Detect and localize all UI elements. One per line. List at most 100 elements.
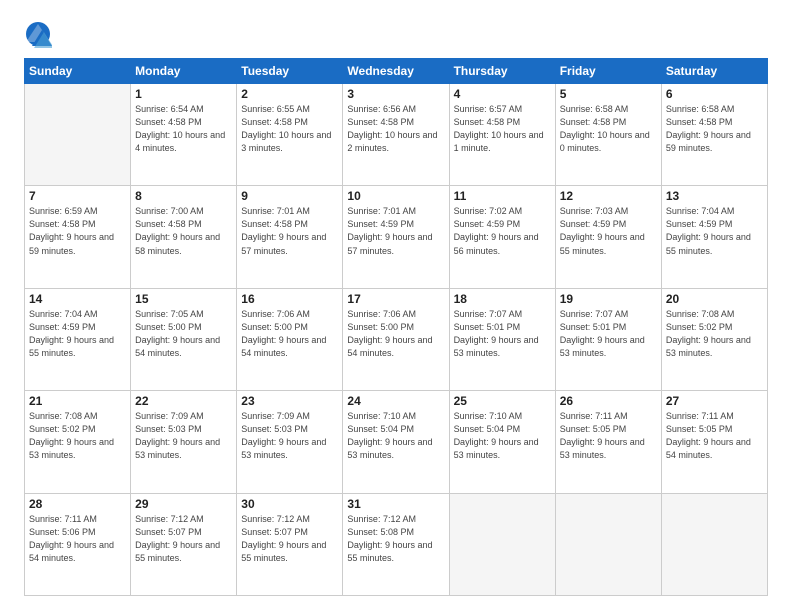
day-number: 31 — [347, 497, 444, 511]
calendar-cell: 30 Sunrise: 7:12 AMSunset: 5:07 PMDayligh… — [237, 493, 343, 595]
week-row-1: 1Sunrise: 6:54 AMSunset: 4:58 PMDaylight… — [25, 84, 768, 186]
day-number: 23 — [241, 394, 338, 408]
calendar-cell: 28 Sunrise: 7:11 AMSunset: 5:06 PMDayligh… — [25, 493, 131, 595]
week-row-2: 7 Sunrise: 6:59 AMSunset: 4:58 PMDaylight… — [25, 186, 768, 288]
calendar-cell: 20 Sunrise: 7:08 AMSunset: 5:02 PMDayligh… — [661, 288, 767, 390]
day-info: Sunrise: 7:08 AMSunset: 5:02 PMDaylight:… — [666, 308, 763, 360]
week-row-5: 28 Sunrise: 7:11 AMSunset: 5:06 PMDayligh… — [25, 493, 768, 595]
day-number: 27 — [666, 394, 763, 408]
calendar-cell: 6 Sunrise: 6:58 AMSunset: 4:58 PMDaylight… — [661, 84, 767, 186]
day-number: 21 — [29, 394, 126, 408]
calendar-cell — [449, 493, 555, 595]
calendar-cell: 19 Sunrise: 7:07 AMSunset: 5:01 PMDayligh… — [555, 288, 661, 390]
day-info: Sunrise: 7:02 AMSunset: 4:59 PMDaylight:… — [454, 205, 551, 257]
day-number: 28 — [29, 497, 126, 511]
day-number: 22 — [135, 394, 232, 408]
weekday-header-thursday: Thursday — [449, 59, 555, 84]
calendar-cell: 21 Sunrise: 7:08 AMSunset: 5:02 PMDayligh… — [25, 391, 131, 493]
calendar-cell: 16 Sunrise: 7:06 AMSunset: 5:00 PMDayligh… — [237, 288, 343, 390]
day-number: 9 — [241, 189, 338, 203]
day-info: Sunrise: 7:12 AMSunset: 5:08 PMDaylight:… — [347, 513, 444, 565]
day-info: Sunrise: 7:12 AMSunset: 5:07 PMDaylight:… — [241, 513, 338, 565]
day-info: Sunrise: 7:06 AMSunset: 5:00 PMDaylight:… — [241, 308, 338, 360]
day-info: Sunrise: 7:06 AMSunset: 5:00 PMDaylight:… — [347, 308, 444, 360]
calendar-body: 1Sunrise: 6:54 AMSunset: 4:58 PMDaylight… — [25, 84, 768, 596]
day-number: 14 — [29, 292, 126, 306]
calendar-cell — [555, 493, 661, 595]
day-number: 30 — [241, 497, 338, 511]
day-info: Sunrise: 7:09 AMSunset: 5:03 PMDaylight:… — [135, 410, 232, 462]
day-number: 17 — [347, 292, 444, 306]
calendar-cell: 2Sunrise: 6:55 AMSunset: 4:58 PMDaylight… — [237, 84, 343, 186]
calendar-cell: 12Sunrise: 7:03 AMSunset: 4:59 PMDayligh… — [555, 186, 661, 288]
calendar-cell: 27 Sunrise: 7:11 AMSunset: 5:05 PMDayligh… — [661, 391, 767, 493]
header — [24, 20, 768, 48]
weekday-header-row: SundayMondayTuesdayWednesdayThursdayFrid… — [25, 59, 768, 84]
weekday-header-friday: Friday — [555, 59, 661, 84]
calendar-cell: 18Sunrise: 7:07 AMSunset: 5:01 PMDayligh… — [449, 288, 555, 390]
day-number: 24 — [347, 394, 444, 408]
calendar-cell: 7 Sunrise: 6:59 AMSunset: 4:58 PMDaylight… — [25, 186, 131, 288]
calendar-cell: 29Sunrise: 7:12 AMSunset: 5:07 PMDayligh… — [131, 493, 237, 595]
day-number: 15 — [135, 292, 232, 306]
day-info: Sunrise: 7:10 AMSunset: 5:04 PMDaylight:… — [454, 410, 551, 462]
logo-icon — [24, 20, 52, 48]
calendar-cell: 11 Sunrise: 7:02 AMSunset: 4:59 PMDayligh… — [449, 186, 555, 288]
day-info: Sunrise: 7:05 AMSunset: 5:00 PMDaylight:… — [135, 308, 232, 360]
day-info: Sunrise: 6:58 AMSunset: 4:58 PMDaylight:… — [666, 103, 763, 155]
day-info: Sunrise: 7:04 AMSunset: 4:59 PMDaylight:… — [666, 205, 763, 257]
day-info: Sunrise: 7:08 AMSunset: 5:02 PMDaylight:… — [29, 410, 126, 462]
calendar-cell: 31 Sunrise: 7:12 AMSunset: 5:08 PMDayligh… — [343, 493, 449, 595]
calendar-cell: 13Sunrise: 7:04 AMSunset: 4:59 PMDayligh… — [661, 186, 767, 288]
day-info: Sunrise: 7:11 AMSunset: 5:05 PMDaylight:… — [666, 410, 763, 462]
calendar-cell: 8 Sunrise: 7:00 AMSunset: 4:58 PMDaylight… — [131, 186, 237, 288]
day-number: 3 — [347, 87, 444, 101]
day-info: Sunrise: 7:11 AMSunset: 5:06 PMDaylight:… — [29, 513, 126, 565]
calendar-cell: 9 Sunrise: 7:01 AMSunset: 4:58 PMDaylight… — [237, 186, 343, 288]
day-info: Sunrise: 6:57 AMSunset: 4:58 PMDaylight:… — [454, 103, 551, 155]
day-number: 6 — [666, 87, 763, 101]
page: SundayMondayTuesdayWednesdayThursdayFrid… — [0, 0, 792, 612]
calendar-cell — [661, 493, 767, 595]
weekday-header-sunday: Sunday — [25, 59, 131, 84]
calendar-cell: 15 Sunrise: 7:05 AMSunset: 5:00 PMDayligh… — [131, 288, 237, 390]
day-number: 16 — [241, 292, 338, 306]
calendar-header: SundayMondayTuesdayWednesdayThursdayFrid… — [25, 59, 768, 84]
day-number: 26 — [560, 394, 657, 408]
calendar-cell: 14Sunrise: 7:04 AMSunset: 4:59 PMDayligh… — [25, 288, 131, 390]
calendar-cell: 17 Sunrise: 7:06 AMSunset: 5:00 PMDayligh… — [343, 288, 449, 390]
day-info: Sunrise: 6:59 AMSunset: 4:58 PMDaylight:… — [29, 205, 126, 257]
day-number: 19 — [560, 292, 657, 306]
day-number: 2 — [241, 87, 338, 101]
week-row-3: 14Sunrise: 7:04 AMSunset: 4:59 PMDayligh… — [25, 288, 768, 390]
day-info: Sunrise: 7:11 AMSunset: 5:05 PMDaylight:… — [560, 410, 657, 462]
calendar-cell: 26 Sunrise: 7:11 AMSunset: 5:05 PMDayligh… — [555, 391, 661, 493]
day-info: Sunrise: 7:00 AMSunset: 4:58 PMDaylight:… — [135, 205, 232, 257]
day-info: Sunrise: 6:58 AMSunset: 4:58 PMDaylight:… — [560, 103, 657, 155]
day-number: 11 — [454, 189, 551, 203]
day-info: Sunrise: 7:07 AMSunset: 5:01 PMDaylight:… — [454, 308, 551, 360]
calendar-cell: 5 Sunrise: 6:58 AMSunset: 4:58 PMDaylight… — [555, 84, 661, 186]
day-info: Sunrise: 7:01 AMSunset: 4:58 PMDaylight:… — [241, 205, 338, 257]
logo — [24, 20, 56, 48]
calendar-cell: 1Sunrise: 6:54 AMSunset: 4:58 PMDaylight… — [131, 84, 237, 186]
day-number: 7 — [29, 189, 126, 203]
day-info: Sunrise: 7:10 AMSunset: 5:04 PMDaylight:… — [347, 410, 444, 462]
calendar-cell: 24 Sunrise: 7:10 AMSunset: 5:04 PMDayligh… — [343, 391, 449, 493]
day-number: 12 — [560, 189, 657, 203]
day-info: Sunrise: 7:12 AMSunset: 5:07 PMDaylight:… — [135, 513, 232, 565]
day-number: 20 — [666, 292, 763, 306]
calendar-table: SundayMondayTuesdayWednesdayThursdayFrid… — [24, 58, 768, 596]
day-number: 5 — [560, 87, 657, 101]
day-info: Sunrise: 7:07 AMSunset: 5:01 PMDaylight:… — [560, 308, 657, 360]
day-number: 8 — [135, 189, 232, 203]
calendar-cell: 22 Sunrise: 7:09 AMSunset: 5:03 PMDayligh… — [131, 391, 237, 493]
day-info: Sunrise: 6:54 AMSunset: 4:58 PMDaylight:… — [135, 103, 232, 155]
day-info: Sunrise: 6:56 AMSunset: 4:58 PMDaylight:… — [347, 103, 444, 155]
calendar-cell: 4Sunrise: 6:57 AMSunset: 4:58 PMDaylight… — [449, 84, 555, 186]
week-row-4: 21 Sunrise: 7:08 AMSunset: 5:02 PMDayligh… — [25, 391, 768, 493]
calendar-cell: 25Sunrise: 7:10 AMSunset: 5:04 PMDayligh… — [449, 391, 555, 493]
day-info: Sunrise: 7:09 AMSunset: 5:03 PMDaylight:… — [241, 410, 338, 462]
calendar-cell: 23 Sunrise: 7:09 AMSunset: 5:03 PMDayligh… — [237, 391, 343, 493]
day-number: 10 — [347, 189, 444, 203]
